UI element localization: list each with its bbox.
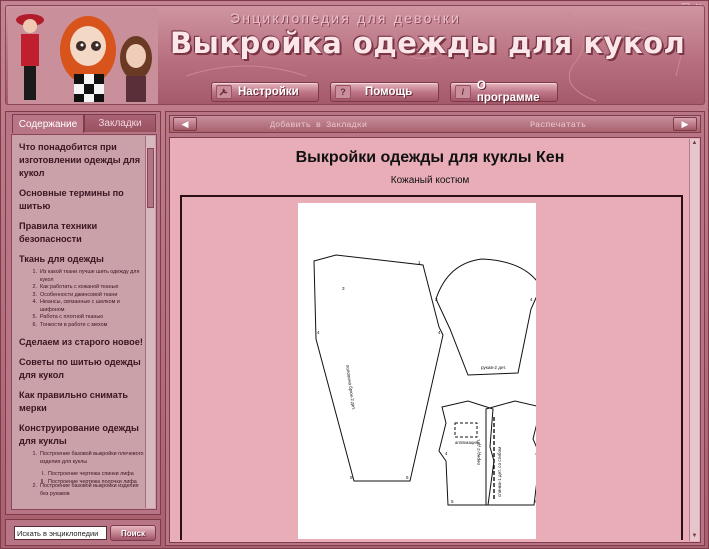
front-label: перед-2 дет. — [476, 439, 481, 465]
sidebar-subitem[interactable]: 3. Особенности джинсовой ткани — [27, 292, 145, 300]
main-nav: Настройки ? Помощь / О программе — [211, 80, 558, 104]
add-bookmark-button[interactable]: Добавить в Закладки — [270, 120, 367, 130]
question-icon: ? — [335, 85, 351, 99]
sleeve-label: рукав-2 дет. — [481, 365, 506, 370]
sidebar-subitem-label: Нюансы, связанные с шелком и шифоном — [40, 299, 120, 313]
help-button[interactable]: ? Помощь — [330, 82, 439, 102]
svg-text:4: 4 — [445, 451, 448, 456]
tab-contents[interactable]: Содержание — [12, 114, 84, 133]
applique-box — [454, 422, 478, 438]
sidebar-subitem[interactable]: 2. Построение базовой выкройки изделия бе… — [27, 483, 145, 498]
sidebar-subitem[interactable]: 5. Работа с плотной тканью — [27, 314, 145, 322]
header-banner: Энциклопедия для девочки Выкройка одежды… — [5, 5, 705, 105]
sidebar-subitem-label: Особенности джинсовой ткани — [40, 291, 118, 298]
svg-text:3: 3 — [342, 286, 345, 291]
sidebar-subitem-label: Работа с плотной тканью — [40, 314, 104, 320]
info-icon: / — [455, 85, 471, 99]
scroll-down-icon[interactable]: ▼ — [690, 532, 699, 541]
dolls-logo-icon — [8, 8, 158, 104]
sidebar-subitem-number: 2. — [32, 483, 38, 489]
sidebar-subitem[interactable]: I. Построение чертежа спинки лифа — [35, 471, 145, 479]
sidebar-subitem-number: 4. — [32, 299, 38, 305]
sidebar-subitem-number: 1. — [32, 269, 38, 275]
app-window: _ □ × — [0, 0, 709, 549]
pattern-drawing: 1 3 4 4 5 5 3 4 4 4 5 5 рукав-2 — [313, 254, 542, 506]
sidebar-subitem[interactable]: 4. Нюансы, связанные с шелком и шифоном — [27, 299, 145, 314]
sidebar-subitem[interactable]: 6. Тонкости в работе с мехом — [27, 322, 145, 330]
sidebar-subitem-label: Как работать с кожаной тканью — [40, 284, 119, 290]
sidebar-item[interactable]: Конструирование одежды для куклы — [19, 422, 145, 448]
tab-bookmarks[interactable]: Закладки — [84, 114, 156, 132]
sidebar-item[interactable]: Ткань для одежды — [19, 253, 145, 266]
sidebar-tabs: Содержание Закладки — [12, 114, 156, 133]
sidebar-sublist: 2. Построение базовой выкройки изделия бе… — [27, 483, 145, 498]
trousers-piece — [313, 254, 444, 482]
svg-text:5: 5 — [451, 499, 454, 504]
svg-text:4: 4 — [438, 330, 441, 335]
sidebar-subitem-number: I. — [42, 471, 45, 477]
content-panel: ◀ Добавить в Закладки Распечатать ▶ Выкр… — [165, 111, 705, 546]
sidebar-item[interactable]: Сделаем из старого новое! — [19, 336, 145, 349]
content-toolbar: ◀ Добавить в Закладки Распечатать ▶ — [169, 115, 701, 133]
back-label: спинка-1 дет. со сгибом — [497, 447, 502, 497]
sidebar-item[interactable]: Что понадобится при изготовлении одежды … — [19, 141, 145, 180]
settings-button[interactable]: Настройки — [211, 82, 319, 102]
search-bar: Поиск — [5, 519, 161, 546]
about-label: О программе — [476, 80, 540, 104]
svg-text:3: 3 — [435, 297, 438, 302]
print-button[interactable]: Распечатать — [530, 120, 586, 130]
back-arrow-icon[interactable]: ◀ — [173, 117, 197, 131]
page-subtitle: Кожаный костюм — [390, 175, 470, 186]
toc-scrollbar[interactable] — [145, 136, 155, 508]
sidebar-panel: Содержание Закладки Что понадобится при … — [5, 111, 161, 515]
image-frame: 1 3 4 4 5 5 3 4 4 4 5 5 рукав-2 — [180, 195, 683, 540]
trousers-label: половина брюк-2 дет. — [345, 364, 356, 410]
sidebar-item[interactable]: Правила техники безопасности — [19, 220, 145, 246]
search-input[interactable] — [14, 526, 107, 540]
sidebar-subitem[interactable]: 2. Как работать с кожаной тканью — [27, 284, 145, 292]
sidebar-sublist: 1. Из какой ткани лучше шить одежду для к… — [27, 269, 145, 329]
sidebar-subitem-number: 5. — [32, 314, 38, 320]
svg-text:5: 5 — [350, 475, 353, 480]
sidebar-subitem-number: 3. — [32, 291, 38, 298]
sidebar-subitem-number: 6. — [32, 321, 38, 328]
sidebar-subitem-label: Построение базовой выкройки плечевого из… — [40, 451, 144, 465]
svg-text:4: 4 — [317, 330, 320, 335]
sidebar-subitem-label: Построение базовой выкройки изделия без … — [40, 483, 139, 497]
article-view: Выкройки одежды для куклы Кен Кожаный ко… — [169, 137, 701, 543]
sidebar-sublist: 1. Построение базовой выкройки плечевого … — [27, 451, 145, 466]
app-title: Выкройка одежды для кукол — [170, 26, 686, 60]
wrench-icon — [216, 85, 232, 99]
sidebar-item[interactable]: Основные термины по шитью — [19, 187, 145, 213]
content-scrollbar[interactable]: ▲ ▼ — [689, 139, 699, 541]
sidebar-item[interactable]: Как правильно снимать мерки — [19, 389, 145, 415]
sleeve-piece — [435, 258, 542, 376]
settings-label: Настройки — [238, 86, 299, 98]
applique-label: аппликация — [455, 440, 478, 445]
about-button[interactable]: / О программе — [450, 80, 558, 104]
sidebar-subitem[interactable]: 1. Построение базовой выкройки плечевого … — [27, 451, 145, 466]
toc-scroll-thumb[interactable] — [147, 148, 154, 208]
table-of-contents: Что понадобится при изготовлении одежды … — [11, 134, 157, 510]
toc-list: Что понадобится при изготовлении одежды … — [19, 141, 145, 505]
svg-text:5: 5 — [535, 499, 536, 504]
svg-text:1: 1 — [418, 260, 421, 265]
sidebar-subitem-number: 1. — [32, 451, 38, 457]
svg-text:4: 4 — [530, 297, 533, 302]
page-title: Выкройки одежды для куклы Кен — [295, 149, 565, 166]
svg-text:4: 4 — [535, 451, 536, 456]
forward-arrow-icon[interactable]: ▶ — [673, 117, 697, 131]
sidebar-subitem-label: Из какой ткани лучше шить одежду для кук… — [40, 269, 140, 283]
search-button[interactable]: Поиск — [110, 525, 156, 541]
sidebar-subitem[interactable]: 1. Из какой ткани лучше шить одежду для к… — [27, 269, 145, 284]
sidebar-subitem-label: Построение чертежа спинки лифа — [48, 471, 134, 477]
sidebar-subitem-label: Тонкости в работе с мехом — [40, 321, 108, 328]
sidebar-item[interactable]: Советы по шитью одежды для кукол — [19, 356, 145, 382]
help-label: Помощь — [365, 86, 413, 98]
sidebar-subitem-number: 2. — [32, 284, 38, 290]
scroll-up-icon[interactable]: ▲ — [690, 139, 699, 148]
svg-text:5: 5 — [406, 475, 409, 480]
app-subtitle: Энциклопедия для девочки — [230, 10, 462, 26]
sewing-pattern-image: 1 3 4 4 5 5 3 4 4 4 5 5 рукав-2 — [298, 203, 542, 539]
